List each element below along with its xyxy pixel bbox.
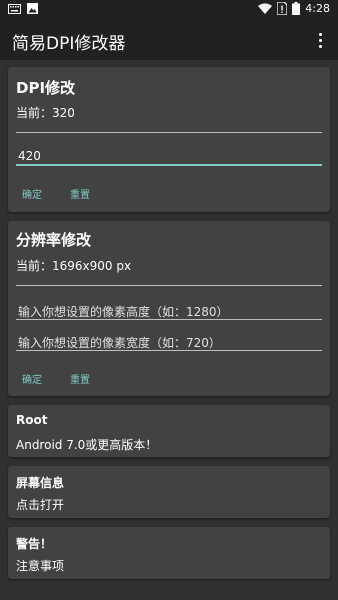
- dpi-input-value: 420: [18, 149, 41, 163]
- status-bar: 4:28: [0, 0, 338, 20]
- dpi-card: DPI修改 当前：320 420 确定 重置: [8, 67, 330, 212]
- warning-card-text: 注意事项: [16, 559, 65, 573]
- battery-icon: [292, 2, 301, 15]
- dpi-input[interactable]: 420: [8, 145, 330, 167]
- wifi-icon: [258, 3, 273, 14]
- image-icon: [27, 3, 38, 14]
- height-input[interactable]: 输入你想设置的像素高度（如：1280）: [8, 299, 330, 321]
- dpi-card-title: DPI修改: [16, 79, 76, 97]
- warning-card-title: 警告！: [16, 537, 53, 551]
- resolution-reset-button[interactable]: 重置: [70, 371, 90, 386]
- resolution-current-value: 当前：1696x900 px: [16, 259, 132, 273]
- resolution-card-title: 分辨率修改: [16, 231, 92, 249]
- screen-info-card-text: 点击打开: [16, 498, 65, 512]
- width-input-underline: [16, 350, 322, 351]
- screen-info-card-title: 屏幕信息: [16, 476, 65, 490]
- screen-info-card[interactable]: 屏幕信息 点击打开: [8, 466, 330, 518]
- app-toolbar: 简易DPI修改器: [0, 20, 338, 60]
- keyboard-icon: [8, 3, 21, 14]
- height-input-underline: [16, 319, 322, 320]
- app-title: 简易DPI修改器: [12, 34, 126, 54]
- width-input-placeholder: 输入你想设置的像素宽度（如：720）: [18, 336, 221, 350]
- dpi-current-value: 当前：320: [16, 106, 75, 120]
- root-card[interactable]: Root Android 7.0或更高版本！: [8, 405, 330, 457]
- overflow-menu-icon[interactable]: [308, 28, 332, 52]
- height-input-placeholder: 输入你想设置的像素高度（如：1280）: [18, 305, 229, 319]
- sim-icon: [277, 2, 288, 15]
- resolution-card: 分辨率修改 当前：1696x900 px 输入你想设置的像素高度（如：1280）…: [8, 221, 330, 396]
- warning-card[interactable]: 警告！ 注意事项: [8, 527, 330, 579]
- resolution-current-divider: [16, 285, 322, 286]
- dpi-current-divider: [16, 132, 322, 133]
- root-card-title: Root: [16, 413, 48, 427]
- dpi-input-underline: [16, 164, 322, 166]
- status-time: 4:28: [305, 2, 330, 15]
- root-card-text: Android 7.0或更高版本！: [16, 438, 158, 452]
- width-input[interactable]: 输入你想设置的像素宽度（如：720）: [8, 330, 330, 352]
- resolution-confirm-button[interactable]: 确定: [22, 371, 42, 386]
- dpi-confirm-button[interactable]: 确定: [22, 186, 42, 201]
- dpi-reset-button[interactable]: 重置: [70, 186, 90, 201]
